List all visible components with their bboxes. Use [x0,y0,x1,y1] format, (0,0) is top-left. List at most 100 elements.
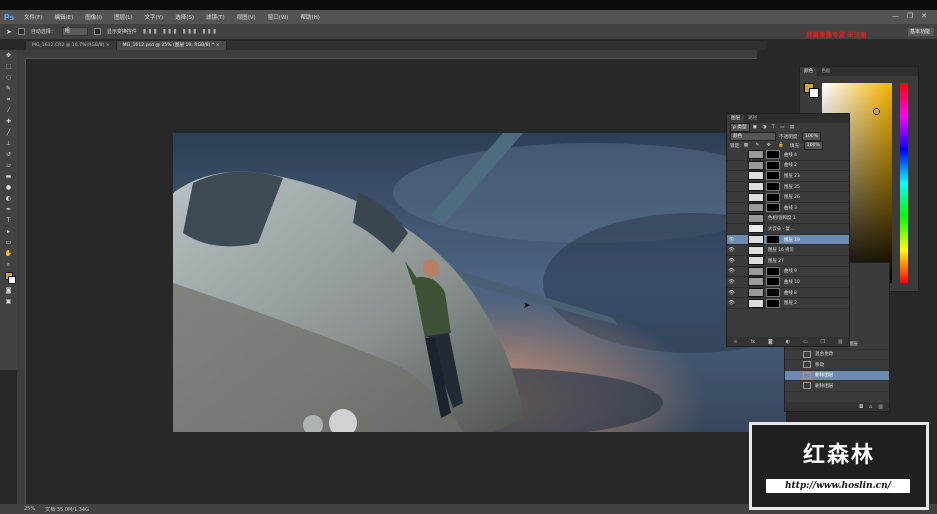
menu-filter[interactable]: 滤镜(T) [200,13,231,21]
menu-help[interactable]: 帮助(H) [294,13,325,21]
restore-icon[interactable]: ❐ [907,12,913,20]
camera-icon[interactable]: ⌂ [869,404,872,410]
history-item[interactable]: 删除图层 [785,381,889,392]
visibility-eye-icon[interactable]: 👁 [727,247,736,253]
blend-mode-dropdown[interactable]: 颜色 [730,132,776,141]
layer-thumbnail [748,277,764,287]
gradient-tool-icon[interactable]: ▬ [4,173,14,181]
link-layers-icon[interactable]: ∞ [733,339,737,345]
layer-row[interactable]: 👁 曲线 8 [727,288,849,299]
show-transform-checkbox[interactable] [93,28,101,35]
close-icon[interactable]: ✕ [921,12,927,20]
background-color-swatch[interactable] [7,276,16,284]
move-tool-icon[interactable]: ➤ [6,28,12,36]
zoom-level[interactable]: 25% [24,506,35,512]
layer-row[interactable]: 曲线 2 [727,160,849,172]
history-item[interactable]: 混合更改 [785,350,889,360]
lasso-tool-icon[interactable]: ◌ [4,74,14,82]
layer-row-selected[interactable]: 👁 图层 19 [727,234,849,246]
opacity-input[interactable]: 100% [801,132,822,141]
delete-layer-icon[interactable]: ▥ [838,339,843,345]
layer-row[interactable]: 👁 曲线 9 [727,266,849,278]
crop-tool-icon[interactable]: ⌗ [4,96,14,104]
layer-filter-dropdown[interactable]: ρ 类型 [730,123,750,132]
minimize-icon[interactable]: — [892,12,899,20]
pen-tool-icon[interactable]: ✒ [4,206,14,214]
menu-window[interactable]: 窗口(W) [262,13,295,21]
menu-image[interactable]: 图像(I) [79,13,108,21]
trash-icon[interactable]: ▥ [878,404,883,410]
new-group-icon[interactable]: ▭ [803,339,808,345]
tab-psd-document[interactable]: MG_1612.psd @ 25% (图层 19, RGB/8) * × [116,41,227,50]
eraser-tool-icon[interactable]: ▱ [4,162,14,170]
tab-swatches[interactable]: 色板 [817,67,834,76]
visibility-eye-icon[interactable]: 👁 [727,279,736,285]
blur-tool-icon[interactable]: ● [4,184,14,192]
menu-view[interactable]: 视图(V) [231,13,262,21]
eyedropper-tool-icon[interactable]: ⁄ [4,107,14,115]
tab-cr2-document[interactable]: MG_1612.CR2 @ 16.7%(RGB/8) × [26,41,117,50]
menu-select[interactable]: 选择(S) [169,13,200,21]
marquee-tool-icon[interactable]: ⬚ [4,63,14,71]
zoom-tool-icon[interactable]: ⌕ [4,261,14,269]
history-item[interactable]: 移动 [785,360,889,371]
align-icons[interactable]: ▮▮▮ ▮▮▮ ▮▮▮ ▮▮▮ [143,28,218,35]
layer-row[interactable]: 大云朵 - 复... [727,224,849,235]
hand-tool-icon[interactable]: ✋ [4,250,14,258]
path-select-tool-icon[interactable]: ▸ [4,228,14,236]
stamp-tool-icon[interactable]: ⊥ [4,140,14,148]
history-item-selected[interactable]: 删除图层 [785,370,889,381]
show-transform-label: 显示变换控件 [106,29,137,35]
auto-select-dropdown[interactable]: 组 [61,27,88,36]
visibility-eye-icon[interactable]: 👁 [727,268,736,274]
dodge-tool-icon[interactable]: ◐ [4,195,14,203]
layer-row[interactable]: 👁 曲线 10 [727,277,849,288]
menu-type[interactable]: 文字(Y) [139,13,170,21]
menu-layer[interactable]: 图层(L) [108,13,138,21]
snapshot-icon[interactable]: ◘ [859,404,863,410]
document-canvas[interactable]: ➤ [173,133,786,432]
fill-input[interactable]: 100% [803,141,823,150]
layer-row[interactable]: 色相/饱和度 1 [727,213,849,225]
tab-paths[interactable]: 路径 [744,114,761,123]
layer-row[interactable]: 图层 25 [727,182,849,193]
adjustment-layer-icon[interactable]: ◐ [786,339,790,345]
visibility-eye-icon[interactable]: 👁 [727,258,736,264]
layer-name: 曲线 4 [784,152,797,158]
fg-bg-swatch[interactable] [804,83,819,98]
workspace-dropdown[interactable]: 基本功能 [908,28,934,36]
visibility-eye-icon[interactable]: 👁 [727,300,736,306]
panel-background-swatch[interactable] [809,88,819,98]
menu-file[interactable]: 文件(F) [18,13,48,21]
color-swatches[interactable] [4,272,16,284]
lock-icons[interactable]: ▦ ✎ ✥ 🔒 [744,143,787,148]
brush-tool-icon[interactable]: ╱ [4,129,14,137]
layer-row[interactable]: 图层 23 [727,171,849,182]
healing-tool-icon[interactable]: ✚ [4,118,14,126]
visibility-eye-icon[interactable]: 👁 [727,290,736,296]
visibility-eye-icon[interactable]: 👁 [727,237,736,243]
layer-row[interactable]: 图层 26 [727,192,849,203]
filter-icons[interactable]: ▣ ◑ T ▭ ▤ [753,125,797,130]
fx-icon[interactable]: fx [750,339,755,345]
type-tool-icon[interactable]: T [4,217,14,225]
add-mask-icon[interactable]: ◙ [768,339,773,345]
screen-mode-icon[interactable]: ▣ [4,298,14,306]
quick-select-tool-icon[interactable]: ✎ [4,85,14,93]
layer-name: 曲线 9 [784,269,797,275]
layer-row[interactable]: 👁 图层 27 [727,256,849,267]
shape-tool-icon[interactable]: ▭ [4,239,14,247]
layer-row[interactable]: 👁 图层 2 [727,298,849,309]
layer-row[interactable]: 曲线 3 [727,203,849,214]
layer-row[interactable]: 👁 图层 16 拷贝 [727,245,849,256]
auto-select-checkbox[interactable] [17,28,25,35]
layer-row[interactable]: 曲线 4 [727,150,849,161]
new-layer-icon[interactable]: ❐ [821,339,825,345]
move-tool-icon[interactable]: ✥ [4,52,14,60]
tab-color[interactable]: 颜色 [800,67,818,76]
menu-edit[interactable]: 编辑(E) [48,13,79,21]
hue-slider[interactable] [900,83,908,283]
tab-layers[interactable]: 图层 [727,114,745,123]
quick-mask-icon[interactable]: ◙ [4,287,14,295]
history-brush-tool-icon[interactable]: ↺ [4,151,14,159]
